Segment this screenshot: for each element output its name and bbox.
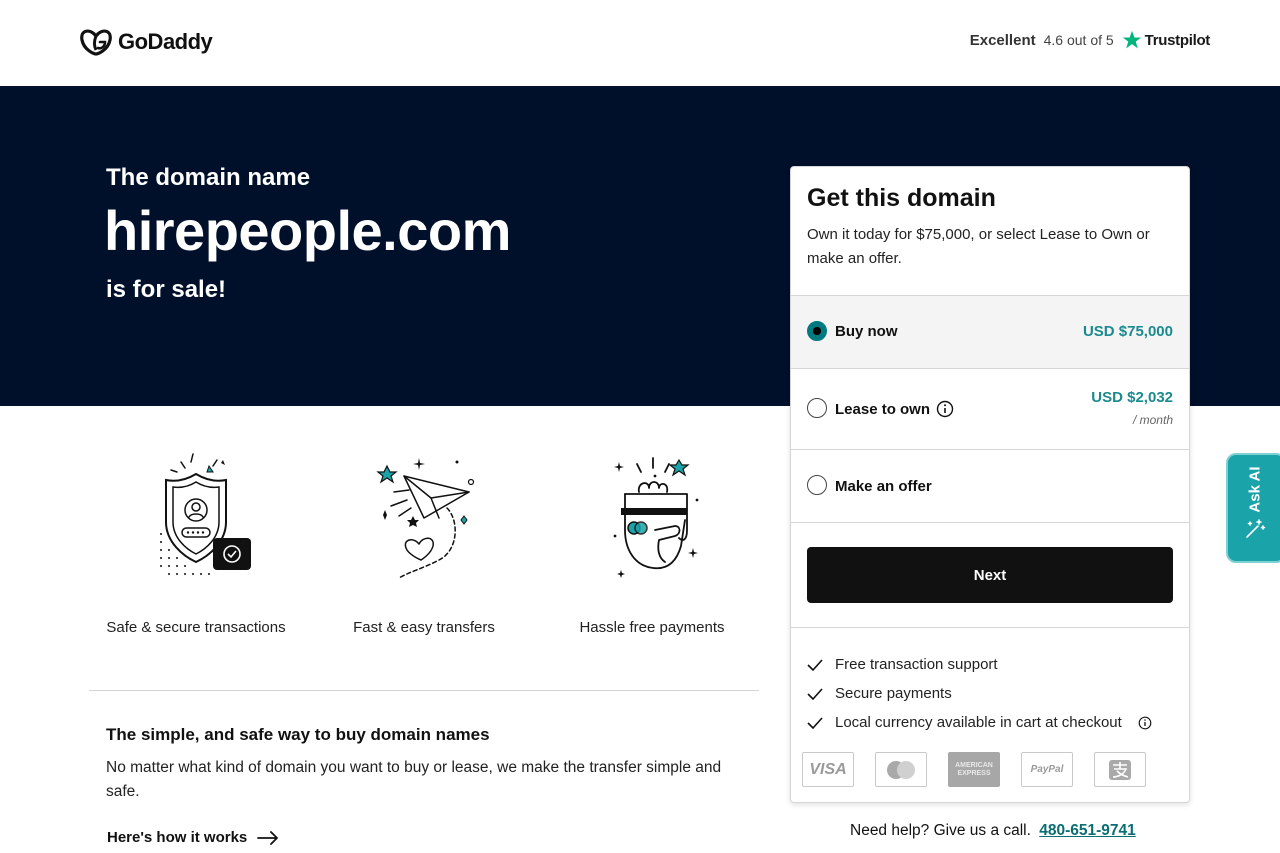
feature-hassle-free: Hassle free payments (542, 450, 762, 636)
hero-domain-name: hirepeople.com (104, 199, 511, 262)
option-make-offer[interactable]: Make an offer (791, 450, 1189, 523)
benefit-item: Free transaction support (807, 650, 1173, 679)
paper-plane-icon (376, 458, 475, 579)
trust-excellent-label: Excellent (969, 31, 1036, 49)
offer-label: Make an offer (835, 478, 932, 495)
option-lease-to-own[interactable]: Lease to own USD $2,032 / month (791, 369, 1189, 450)
offer-radio[interactable] (807, 475, 827, 495)
card-title: Get this domain (807, 184, 996, 212)
paypal-icon: PayPal (1021, 752, 1073, 787)
buy-now-price: USD $75,000 (1082, 323, 1173, 340)
benefits-list: Free transaction support Secure payments… (791, 628, 1189, 737)
trust-rating-text: 4.6 out of 5 (1043, 32, 1114, 48)
shield-icon (160, 453, 251, 575)
buy-now-label: Buy now (835, 323, 898, 340)
trustpilot-star-icon (1122, 30, 1141, 49)
alipay-icon (1094, 752, 1146, 787)
check-icon (807, 658, 823, 671)
purchase-card: Get this domain Own it today for $75,000… (790, 166, 1190, 803)
mastercard-icon (875, 752, 927, 787)
info-body: No matter what kind of domain you want t… (106, 759, 722, 800)
card-hand-icon (613, 457, 699, 578)
check-icon (807, 716, 823, 729)
hero-pre-text: The domain name (106, 164, 311, 191)
payment-methods: VISA AMERICAN EXPRESS PayPal (791, 737, 1189, 787)
site-header: GoDaddy Excellent 4.6 out of 5 Trustpilo… (0, 0, 1280, 86)
ask-ai-button[interactable]: Ask AI (1226, 453, 1280, 563)
logo-text: GoDaddy (118, 29, 213, 54)
visa-icon: VISA (802, 752, 854, 787)
buy-now-radio[interactable] (807, 321, 827, 341)
amex-icon: AMERICAN EXPRESS (948, 752, 1000, 787)
help-phone-link[interactable]: 480-651-9741 (1039, 822, 1136, 839)
benefit-text: Local currency available in cart at chec… (835, 714, 1122, 731)
info-icon[interactable] (1138, 716, 1152, 730)
help-line: Need help? Give us a call. 480-651-9741 (850, 822, 1136, 840)
magic-wand-icon (1246, 518, 1266, 538)
info-icon[interactable] (936, 400, 954, 418)
feature-label: Safe & secure transactions (106, 619, 286, 636)
lease-label: Lease to own (835, 400, 931, 418)
feature-label: Fast & easy transfers (353, 619, 495, 636)
trustpilot-brand: Trustpilot (1122, 30, 1210, 50)
card-header: Get this domain Own it today for $75,000… (791, 167, 1189, 296)
feature-fast-easy: Fast & easy transfers (314, 450, 534, 636)
benefit-text: Free transaction support (835, 656, 998, 673)
lease-radio[interactable] (807, 398, 827, 418)
benefit-item: Secure payments (807, 679, 1173, 708)
section-divider (89, 690, 759, 691)
godaddy-logo[interactable]: GoDaddy (80, 28, 213, 56)
benefit-item: Local currency available in cart at chec… (807, 708, 1173, 737)
arrow-right-icon (257, 830, 279, 845)
card-description: Own it today for $75,000, or select Leas… (807, 226, 1150, 267)
trustpilot-rating[interactable]: Excellent 4.6 out of 5 Trustpilot (970, 30, 1210, 50)
option-buy-now[interactable]: Buy now USD $75,000 (791, 296, 1189, 369)
godaddy-mark-icon (80, 29, 112, 56)
lease-label-group: Lease to own (835, 400, 954, 418)
help-text: Need help? Give us a call. (850, 822, 1031, 839)
how-it-works-link[interactable]: Here's how it works (107, 829, 279, 846)
lease-price-period: / month (1132, 413, 1173, 427)
benefit-text: Secure payments (835, 685, 952, 702)
feature-safe-secure: Safe & secure transactions (86, 450, 306, 636)
feature-label: Hassle free payments (579, 619, 725, 636)
lease-price: USD $2,032 (1091, 389, 1173, 406)
next-button[interactable]: Next (807, 547, 1173, 603)
trustpilot-brand-text: Trustpilot (1144, 31, 1211, 49)
hero-post-text: is for sale! (106, 276, 227, 303)
ask-ai-content: Ask AI (1228, 455, 1280, 565)
next-section: Next (791, 523, 1189, 628)
ask-ai-label: Ask AI (1246, 465, 1264, 513)
info-title: The simple, and safe way to buy domain n… (106, 725, 490, 744)
how-it-works-label: Here's how it works (107, 829, 248, 846)
check-icon (807, 687, 823, 700)
